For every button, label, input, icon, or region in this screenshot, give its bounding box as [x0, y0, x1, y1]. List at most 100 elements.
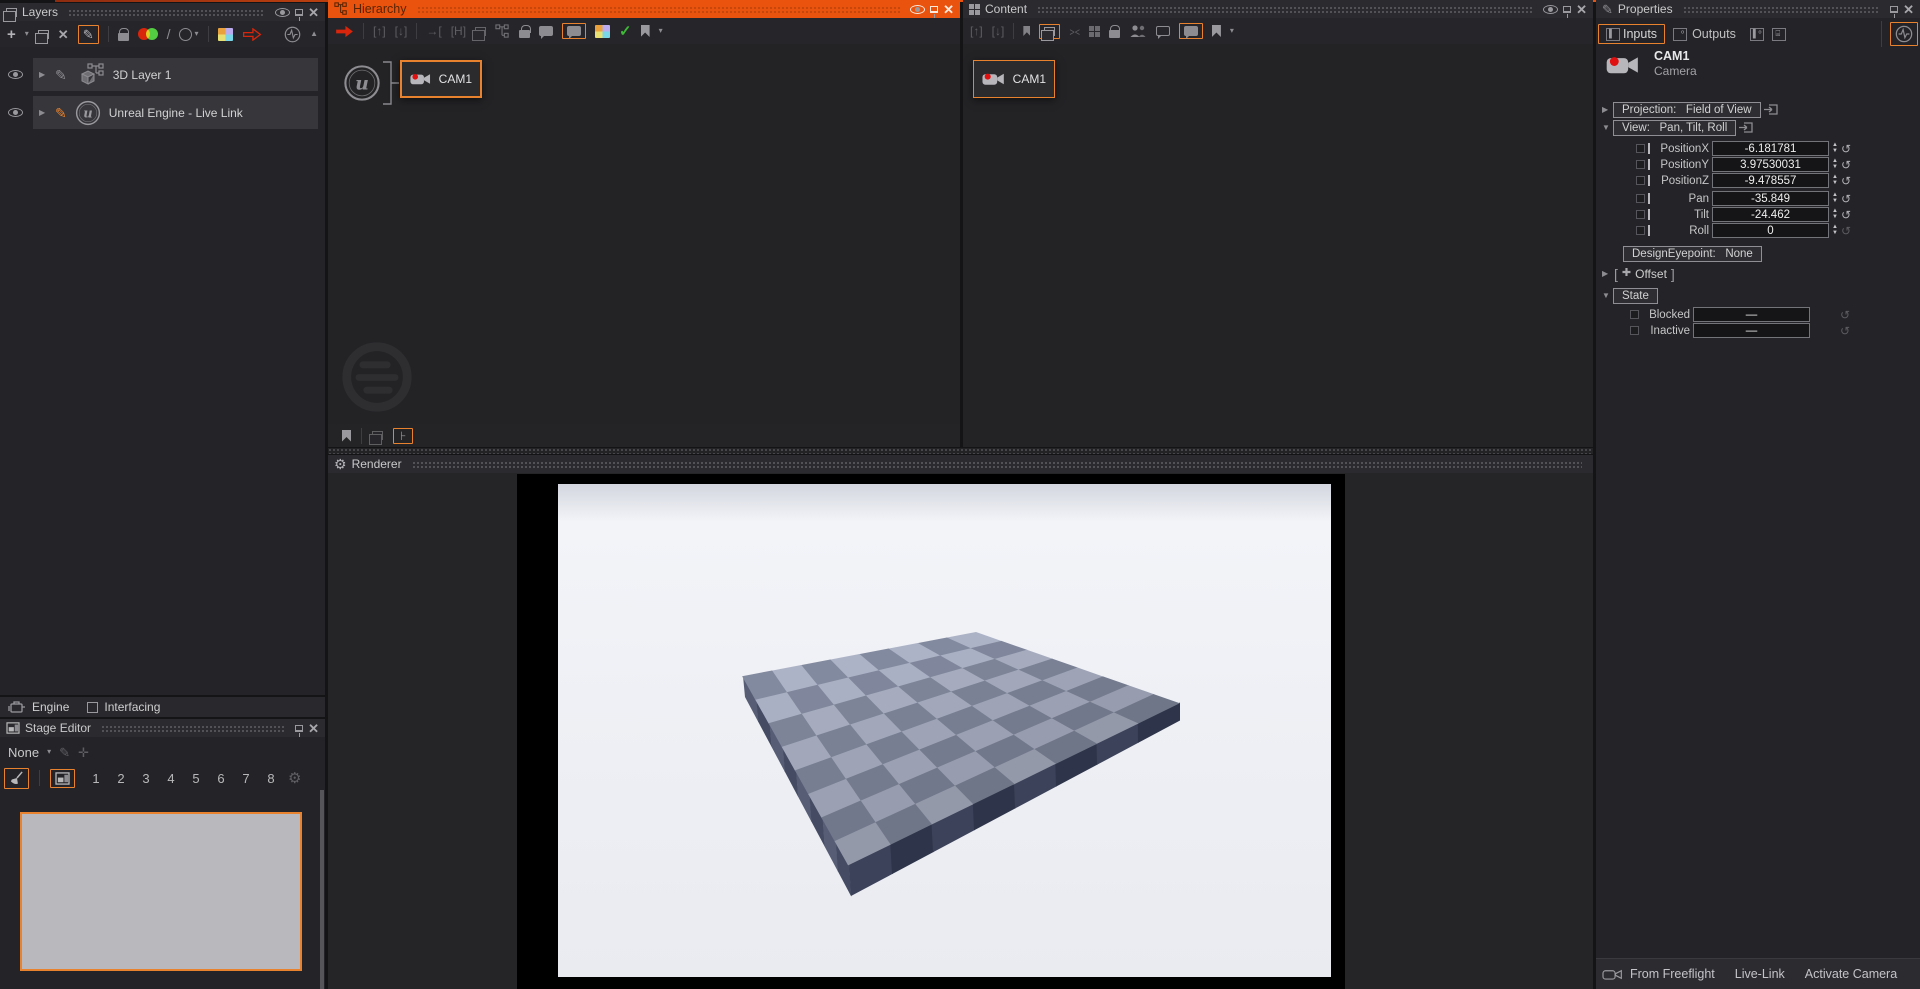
state-group-header[interactable]: State	[1613, 288, 1658, 304]
pages-icon[interactable]	[372, 431, 383, 440]
expand-icon[interactable]: ▶	[1602, 105, 1610, 114]
tab-outputs[interactable]: º Outputs	[1673, 27, 1736, 41]
from-freeflight-button[interactable]: From Freeflight	[1602, 967, 1715, 982]
animate-checkbox[interactable]	[1636, 176, 1645, 185]
stage-layout-button[interactable]	[50, 769, 75, 788]
properties-titlebar[interactable]: ✎ Properties ✕	[1596, 0, 1920, 18]
group-pages-button[interactable]	[1039, 24, 1060, 39]
animate-checkbox[interactable]	[1636, 194, 1645, 203]
collapse-icon[interactable]: ▼	[1602, 291, 1610, 300]
hierarchy-titlebar[interactable]: Hierarchy ✕	[328, 0, 960, 18]
positiony-value-field[interactable]: 3.97530031	[1712, 157, 1829, 172]
layer-row[interactable]: ▶ ✎ Unreal Engine - Live Link	[0, 96, 325, 129]
stage-scrollbar[interactable]	[320, 790, 324, 989]
stage-preset-4[interactable]: 4	[164, 771, 178, 786]
edit-pencil-icon[interactable]: ✎	[55, 68, 67, 82]
link-icon[interactable]	[1764, 103, 1780, 116]
stage-preset-6[interactable]: 6	[214, 771, 228, 786]
pin-icon[interactable]	[295, 9, 303, 16]
duplicate-node-icon[interactable]	[475, 27, 486, 36]
stage-selector-caret-icon[interactable]: ▾	[47, 748, 51, 756]
content-item-cam1[interactable]: CAM1	[973, 60, 1055, 98]
duplicate-layer-icon[interactable]	[38, 30, 49, 39]
move-up-icon[interactable]: [↑]	[373, 25, 386, 37]
eye-icon[interactable]	[1543, 5, 1558, 14]
branch-mode-button[interactable]: ⊦	[393, 428, 413, 444]
expand-icon[interactable]: ▶	[39, 108, 47, 117]
eye-icon[interactable]	[275, 8, 290, 17]
bookmark-icon[interactable]	[641, 25, 650, 37]
reset-icon[interactable]: ↺	[1840, 309, 1850, 321]
close-icon[interactable]: ✕	[1903, 3, 1914, 16]
gear-icon[interactable]: ⚙	[288, 771, 301, 786]
stage-preset-8[interactable]: 8	[264, 771, 278, 786]
render-toggle-icon[interactable]	[138, 28, 158, 40]
reset-icon[interactable]: ↺	[1841, 175, 1851, 187]
indent-icon[interactable]: →[	[426, 25, 441, 37]
render-viewport[interactable]	[558, 484, 1331, 977]
move-down-icon[interactable]: [↓]	[992, 25, 1005, 37]
close-icon[interactable]: ✕	[1576, 3, 1587, 16]
content-titlebar[interactable]: Content ✕	[963, 0, 1593, 18]
move-down-icon[interactable]: [↓]	[395, 25, 408, 37]
stage-clear-button[interactable]	[4, 768, 29, 789]
stage-selector[interactable]: None	[8, 745, 39, 760]
blocked-value-field[interactable]: —	[1693, 307, 1810, 322]
renderer-titlebar[interactable]: ⚙ Renderer	[328, 455, 1593, 473]
lock-layer-icon[interactable]	[118, 33, 129, 41]
tilt-value-field[interactable]: -24.462	[1712, 207, 1829, 222]
opacity-icon[interactable]: /	[167, 27, 171, 41]
reset-icon[interactable]: ↺	[1840, 325, 1850, 337]
live-link-button[interactable]: Live-Link	[1735, 967, 1785, 981]
unreal-root-node-icon[interactable]	[343, 64, 381, 102]
offset-group-label[interactable]: Offset	[1635, 267, 1667, 281]
show-comments-button[interactable]	[562, 23, 586, 39]
add-layer-dropdown-icon[interactable]: ▾	[25, 30, 29, 38]
node-color-swatch-icon[interactable]	[595, 25, 610, 38]
pin-icon[interactable]	[930, 6, 938, 13]
animate-checkbox[interactable]	[1630, 310, 1639, 319]
animate-checkbox[interactable]	[1630, 326, 1639, 335]
animate-checkbox[interactable]	[1636, 226, 1645, 235]
move-up-icon[interactable]: [↑]	[970, 25, 983, 37]
reset-icon[interactable]: ↺	[1841, 159, 1851, 171]
close-icon[interactable]: ✕	[308, 6, 319, 19]
comment-icon[interactable]	[1156, 26, 1170, 36]
grid-view-icon[interactable]	[1089, 26, 1100, 37]
positionx-value-field[interactable]: -6.181781	[1712, 141, 1829, 156]
comment-icon[interactable]	[539, 26, 553, 36]
reset-icon[interactable]: ↺	[1841, 143, 1851, 155]
projection-group-header[interactable]: Projection: Field of View	[1613, 102, 1761, 118]
layer-row[interactable]: ▶ ✎ 3D Layer 1	[0, 58, 325, 91]
edit-layer-button[interactable]: ✎	[78, 25, 99, 44]
split-horizontal-icon[interactable]: ⌸	[1772, 28, 1786, 41]
value-stepper[interactable]: ▲▼	[1832, 143, 1838, 154]
split-vertical-icon[interactable]: ▌º	[1750, 28, 1765, 41]
horizontal-splitter[interactable]	[328, 448, 1593, 454]
add-offset-icon[interactable]: ✚	[1622, 268, 1631, 279]
stage-preview-canvas[interactable]	[20, 812, 302, 971]
lock-icon[interactable]	[519, 30, 530, 38]
value-stepper[interactable]: ▲▼	[1832, 175, 1838, 186]
design-eyepoint-button[interactable]: DesignEyepoint: None	[1623, 246, 1762, 262]
performance-icon[interactable]	[284, 26, 301, 43]
expand-icon[interactable]: ▶	[1602, 269, 1610, 278]
pin-icon[interactable]	[1563, 6, 1571, 13]
activate-camera-button[interactable]: Activate Camera	[1805, 967, 1897, 981]
inactive-value-field[interactable]: —	[1693, 323, 1810, 338]
value-stepper[interactable]: ▲▼	[1832, 159, 1838, 170]
bookmark-icon[interactable]	[342, 430, 351, 442]
stage-preset-1[interactable]: 1	[89, 771, 103, 786]
show-comments-button[interactable]	[1179, 23, 1203, 39]
bookmark-dropdown-icon[interactable]: ▾	[1230, 27, 1234, 35]
hierarchy-node-cam1[interactable]: CAM1	[400, 60, 482, 98]
bookmark-icon[interactable]	[1212, 25, 1221, 37]
positionz-value-field[interactable]: -9.478557	[1712, 173, 1829, 188]
collapse-icon[interactable]: ▲	[310, 30, 318, 38]
animate-checkbox[interactable]	[1636, 144, 1645, 153]
edit-pencil-icon[interactable]: ✎	[55, 106, 67, 120]
flag-small-icon[interactable]	[1023, 26, 1030, 36]
reset-icon[interactable]: ↺	[1841, 225, 1851, 237]
roll-value-field[interactable]: 0	[1712, 223, 1829, 238]
layer-visibility-icon[interactable]	[8, 70, 23, 79]
